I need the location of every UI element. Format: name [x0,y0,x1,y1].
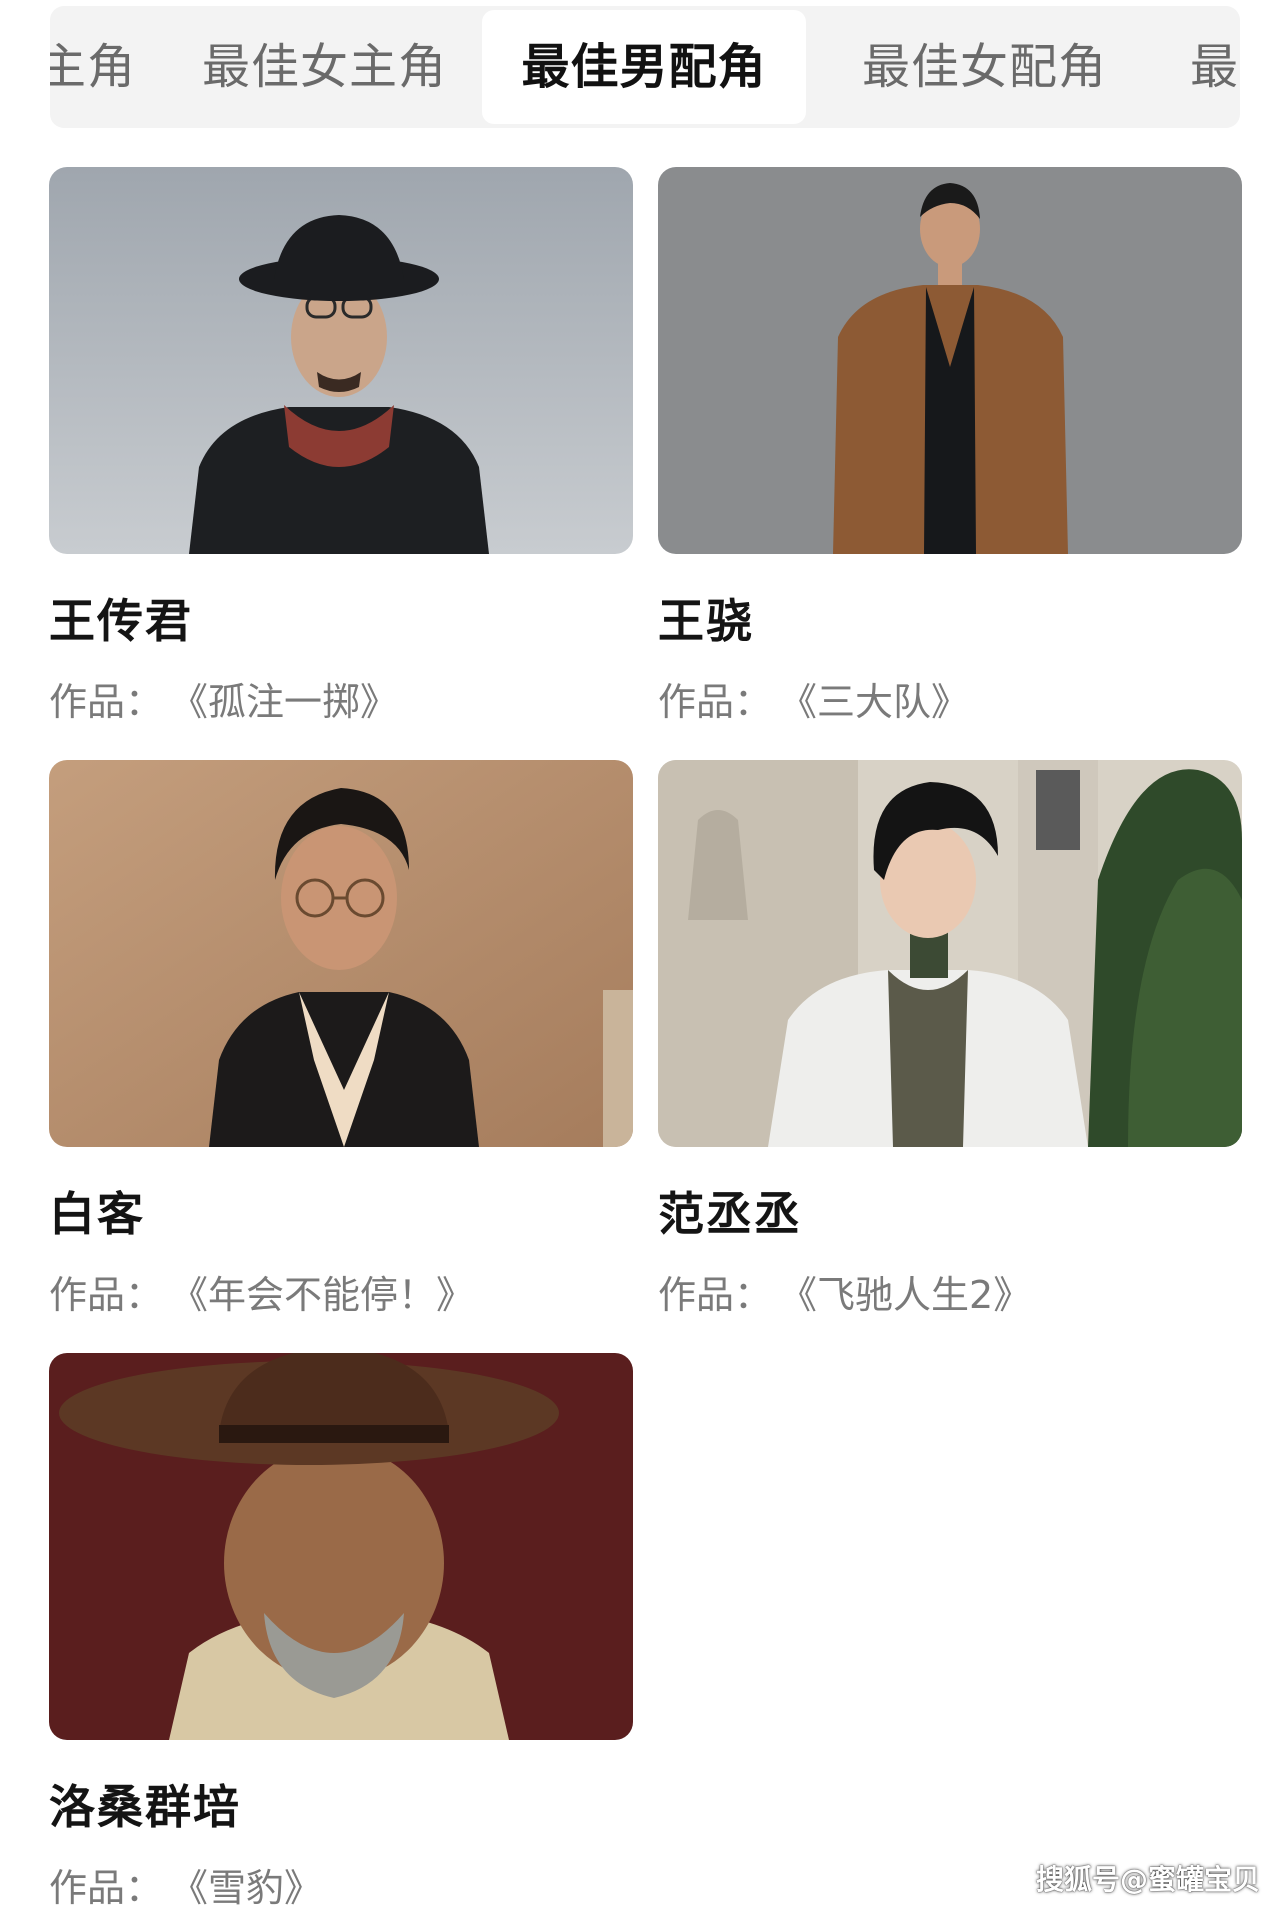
watermark: 搜狐号@蜜罐宝贝 [1035,1863,1260,1896]
nominee-work: 作品： 《飞驰人生2》 [658,1264,1031,1319]
work-title: 《年会不能停！》 [189,1273,475,1317]
work-label: 作品： [658,1273,773,1317]
nominee-card[interactable]: 洛桑群培 作品： 《雪豹》 [49,1353,633,1910]
nominee-card[interactable]: 王骁 作品： 《三大队》 [658,167,1242,724]
work-label: 作品： [49,680,164,724]
work-label: 作品： [658,680,773,724]
nominee-card[interactable]: 王传君 作品： 《孤注一掷》 [49,167,633,724]
tab-best-supporting-actress[interactable]: 最佳女配角 [862,6,1107,128]
nominee-card[interactable]: 范丞丞 作品： 《飞驰人生2》 [658,760,1242,1317]
nominee-work: 作品： 《雪豹》 [49,1857,322,1912]
nominee-card[interactable]: 白客 作品： 《年会不能停！》 [49,760,633,1317]
nominee-work: 作品： 《孤注一掷》 [49,671,398,726]
work-label: 作品： [49,1273,164,1317]
nominee-work: 作品： 《年会不能停！》 [49,1264,474,1319]
work-title: 《孤注一掷》 [189,680,399,724]
nominee-name: 王骁 [658,594,754,648]
nominee-name: 洛桑群培 [49,1780,241,1834]
nominee-name: 白客 [49,1187,145,1241]
nominee-photo[interactable] [658,167,1242,554]
nominee-work: 作品： 《三大队》 [658,671,969,726]
work-title: 《飞驰人生2》 [798,1273,1032,1317]
work-title: 《三大队》 [798,680,970,724]
tab-best-supporting-actor[interactable]: 最佳男配角 [482,10,806,124]
nominee-name: 王传君 [49,594,193,648]
nominee-name: 范丞丞 [658,1187,802,1241]
nominee-photo[interactable] [658,760,1242,1147]
tab-next-category[interactable]: 最佳 [1190,6,1240,128]
nominee-photo[interactable] [49,167,633,554]
tab-best-actor[interactable]: 主角 [50,6,136,128]
category-tab-bar: 主角 最佳女主角 最佳男配角 最佳女配角 最佳 [50,6,1240,128]
tab-best-actress[interactable]: 最佳女主角 [202,6,447,128]
work-title: 《雪豹》 [189,1866,323,1910]
work-label: 作品： [49,1866,164,1910]
nominee-photo[interactable] [49,760,633,1147]
nominee-photo[interactable] [49,1353,633,1740]
